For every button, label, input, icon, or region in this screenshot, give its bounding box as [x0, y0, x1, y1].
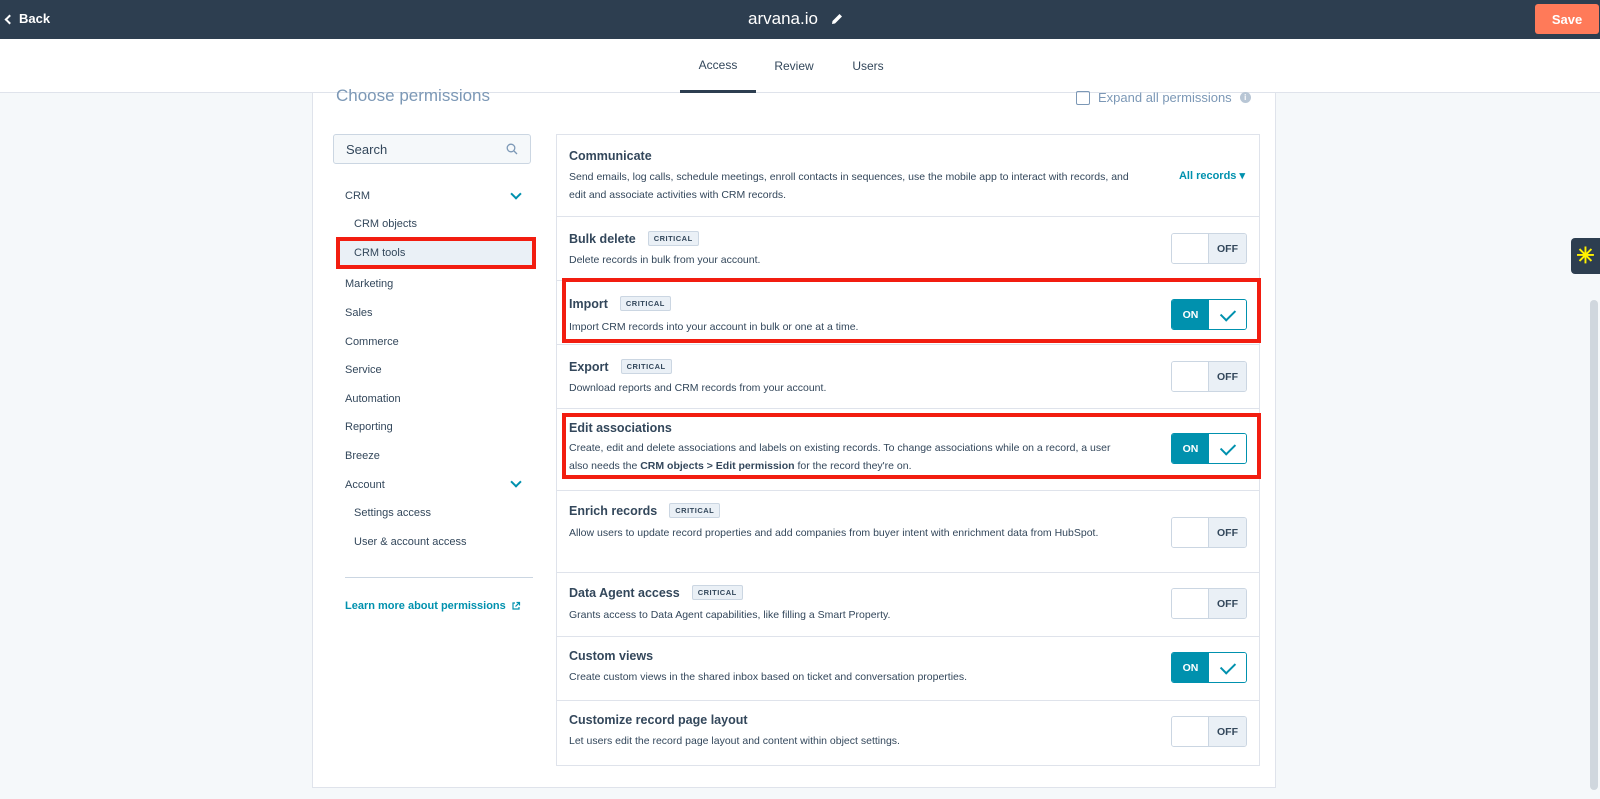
critical-badge: CRITICAL [647, 231, 699, 246]
permission-title-text: Data Agent access [569, 585, 680, 600]
permission-title-text: Customize record page layout [569, 713, 748, 727]
permission-title: Custom views [569, 649, 653, 663]
permission-title: Bulk delete CRITICAL [569, 231, 699, 246]
toggle-blank [1172, 518, 1209, 547]
all-records-dropdown[interactable]: All records ▾ [1179, 169, 1245, 182]
save-button[interactable]: Save [1535, 4, 1599, 34]
tab-users[interactable]: Users [840, 39, 896, 93]
chevron-left-icon [4, 14, 15, 24]
sidebar-item-settings-access[interactable]: Settings access [354, 507, 431, 519]
permission-title: Export CRITICAL [569, 359, 672, 374]
toggle-blank [1172, 362, 1209, 391]
permission-title-text: Bulk delete [569, 231, 636, 246]
sidebar-item-breeze[interactable]: Breeze [345, 450, 380, 462]
sidebar-item-service[interactable]: Service [345, 364, 382, 376]
sidebar-item-automation[interactable]: Automation [345, 393, 401, 405]
expand-all-permissions[interactable]: Expand all permissions i [1076, 90, 1251, 105]
top-bar: Back arvana.io Save [0, 0, 1600, 39]
critical-badge: CRITICAL [691, 585, 743, 600]
back-button[interactable]: Back [4, 11, 51, 26]
permission-toggle[interactable]: OFF [1171, 588, 1247, 619]
app-title-text: arvana.io [748, 9, 818, 28]
critical-badge: CRITICAL [620, 359, 672, 374]
tab-review[interactable]: Review [764, 39, 824, 93]
expand-checkbox[interactable] [1076, 90, 1090, 105]
learn-more-label: Learn more about permissions [345, 600, 506, 612]
permission-description: Download reports and CRM records from yo… [569, 382, 827, 394]
sidebar-item-user-account-access[interactable]: User & account access [354, 536, 467, 548]
permission-toggle[interactable]: OFF [1171, 716, 1247, 747]
toggle-state: OFF [1209, 234, 1246, 263]
sidebar-item-crm[interactable]: CRM [345, 190, 370, 202]
scrollbar[interactable] [1590, 300, 1598, 790]
sidebar-divider [345, 577, 533, 578]
highlight-crm-tools [336, 237, 536, 269]
permission-description: Let users edit the record page layout an… [569, 735, 900, 747]
permission-row-custom-views: Custom views Create custom views in the … [557, 637, 1259, 701]
sidebar-item-account[interactable]: Account [345, 479, 385, 491]
external-link-icon [512, 601, 520, 610]
sidebar-item-crm-objects[interactable]: CRM objects [354, 218, 417, 230]
app-title: arvana.io [748, 9, 844, 29]
toggle-blank [1172, 717, 1209, 746]
sidebar-item-commerce[interactable]: Commerce [345, 336, 399, 348]
permission-description: Delete records in bulk from your account… [569, 254, 761, 266]
critical-badge: CRITICAL [669, 503, 721, 518]
back-label: Back [19, 11, 51, 26]
permission-title-text: Custom views [569, 649, 654, 663]
permission-description: Create custom views in the shared inbox … [569, 671, 968, 683]
permission-title: Customize record page layout [569, 713, 748, 727]
permission-toggle[interactable]: OFF [1171, 517, 1247, 548]
sidebar-item-marketing[interactable]: Marketing [345, 278, 393, 290]
permission-row-communicate: Communicate Send emails, log calls, sche… [557, 135, 1259, 217]
permission-title-text: Enrich records [569, 503, 658, 518]
all-records-label: All records [1178, 170, 1237, 182]
toggle-state: OFF [1209, 362, 1246, 391]
permission-row-enrich-records: Enrich records CRITICAL Allow users to u… [557, 491, 1259, 573]
info-icon[interactable]: i [1239, 92, 1251, 103]
permission-row-customize-record-page-layout: Customize record page layout Let users e… [557, 701, 1259, 765]
permission-title: Enrich records CRITICAL [569, 503, 721, 518]
permission-title-text: Communicate [569, 149, 652, 163]
search-icon [506, 143, 518, 155]
sidebar-item-sales[interactable]: Sales [345, 307, 373, 319]
page-title: Choose permissions [336, 86, 491, 105]
permission-row-bulk-delete: Bulk delete CRITICAL Delete records in b… [557, 217, 1259, 281]
permission-title-text: Export [569, 359, 609, 374]
tab-access[interactable]: Access [680, 39, 756, 93]
permission-row-export: Export CRITICAL Download reports and CRM… [557, 345, 1259, 409]
toggle-blank [1172, 589, 1209, 618]
highlight-import [562, 278, 1261, 343]
check-icon [1209, 653, 1246, 682]
permission-row-data-agent-access: Data Agent access CRITICAL Grants access… [557, 573, 1259, 637]
toggle-blank [1172, 234, 1209, 263]
sidebar-item-reporting[interactable]: Reporting [345, 421, 393, 433]
learn-more-link[interactable]: Learn more about permissions [345, 600, 521, 612]
search-input[interactable]: Search [333, 134, 531, 164]
permission-description: Allow users to update record properties … [569, 527, 1099, 539]
search-placeholder: Search [346, 141, 388, 157]
permission-toggle[interactable]: OFF [1171, 361, 1247, 392]
assistant-widget-icon[interactable]: ✳ [1571, 238, 1600, 274]
pencil-icon[interactable] [830, 12, 844, 26]
highlight-edit-associations [562, 413, 1261, 479]
toggle-state: OFF [1209, 589, 1246, 618]
expand-label: Expand all permissions [1098, 90, 1232, 105]
permission-title: Data Agent access CRITICAL [569, 585, 743, 600]
toggle-state: OFF [1209, 518, 1246, 547]
permission-description: Grants access to Data Agent capabilities… [569, 609, 891, 621]
toggle-state: OFF [1209, 717, 1246, 746]
permission-toggle[interactable]: ON [1171, 652, 1247, 683]
permission-title: Communicate [569, 149, 652, 163]
permission-description: Send emails, log calls, schedule meeting… [569, 171, 1129, 201]
toggle-state: ON [1172, 653, 1209, 682]
tabs-bar: Access Review Users [0, 39, 1600, 93]
permission-toggle[interactable]: OFF [1171, 233, 1247, 264]
